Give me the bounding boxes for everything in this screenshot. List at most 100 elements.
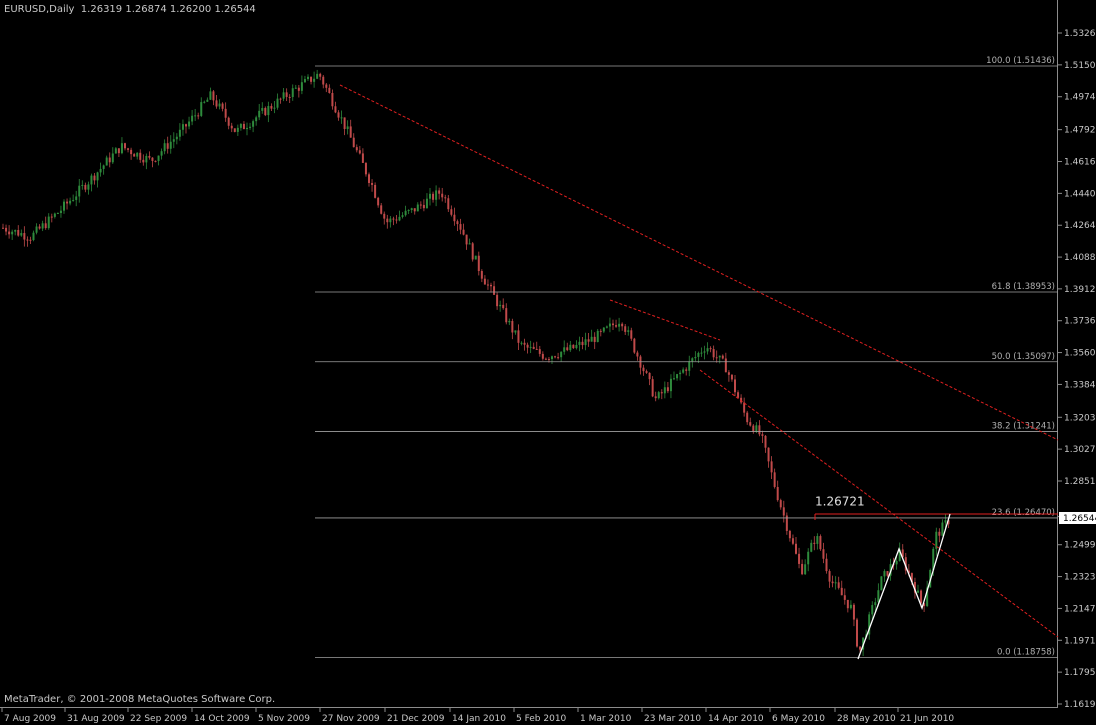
candle-bear (502, 304, 505, 309)
candle-bear (371, 182, 374, 185)
chart-window[interactable]: EURUSD,Daily 1.26319 1.26874 1.26200 1.2… (0, 0, 1096, 725)
candle-bear (538, 349, 541, 354)
candle-bull (804, 564, 807, 575)
candle-bull (59, 210, 62, 214)
candle-bull (273, 107, 276, 109)
candle-bear (438, 190, 441, 194)
candle-bull (883, 571, 886, 577)
trendline-upper[interactable] (339, 84, 1059, 441)
candle-bull (69, 200, 72, 204)
date-axis: 7 Aug 2009 31 Aug 2009 22 Sep 2009 14 Oct 2… (1, 708, 954, 724)
candle-bear (450, 209, 453, 215)
candle-bull (673, 378, 675, 380)
candle-bear (328, 87, 331, 93)
candle-bull (682, 369, 685, 373)
candle-bear (352, 137, 355, 148)
candle-bear (801, 563, 804, 575)
candle-bull (401, 215, 404, 217)
candle-bear (779, 500, 782, 508)
candle-bull (529, 346, 532, 348)
candle-bull (718, 355, 721, 358)
candle-bull (605, 326, 608, 328)
candle-bear (648, 372, 651, 380)
candle-bear (642, 367, 645, 372)
candle-bear (395, 219, 398, 221)
candle-bear (856, 619, 858, 647)
candle-bear (825, 558, 828, 572)
candle-bear (791, 538, 794, 544)
candle-bear (358, 150, 361, 154)
candle-bull (11, 231, 14, 235)
candle-bear (444, 197, 447, 199)
candle-bull (175, 136, 178, 140)
candle-bear (383, 213, 386, 219)
candle-bull (157, 155, 160, 161)
candle-bull (163, 143, 166, 152)
candle-bear (483, 278, 486, 285)
candle-bear (819, 536, 822, 550)
candle-bear (843, 595, 846, 600)
candle-bear (666, 387, 669, 392)
current-price-label: 1.26544 (1063, 514, 1096, 524)
candle-bear (2, 227, 4, 229)
candle-bull (425, 198, 428, 209)
candle-bull (691, 358, 694, 362)
candle-bear (782, 507, 785, 516)
candle-bear (117, 148, 120, 154)
candle-bull (261, 107, 264, 111)
candle-bull (569, 344, 572, 351)
price-annotation: 1.26721 (815, 494, 865, 508)
candle-bull (75, 196, 78, 200)
fibonacci-layer: 100.0 (1.51436) 61.8 (1.38953) 50.0 (1.350… (315, 56, 1058, 658)
candle-bull (688, 361, 691, 371)
candle-bull (47, 216, 50, 229)
candle-bull (172, 139, 175, 142)
candle-bull (160, 151, 163, 156)
candle-bear (44, 223, 47, 229)
candle-bull (267, 105, 270, 116)
candle-bear (224, 108, 227, 118)
date-tick-label: 5 Feb 2010 (516, 714, 567, 724)
price-tick-label: 1.32030 (1064, 413, 1096, 423)
candle-bull (429, 193, 431, 199)
fib-level-label: 0.0 (1.18758) (997, 648, 1055, 658)
candle-bull (78, 185, 81, 197)
candle-bear (139, 152, 142, 160)
candle-bear (377, 197, 380, 206)
candle-bull (276, 98, 279, 108)
candle-bull (499, 304, 502, 307)
candle-bear (419, 204, 422, 206)
candle-bear (633, 338, 636, 353)
candle-bear (938, 531, 941, 536)
candle-bear (84, 184, 87, 190)
price-tick-label: 1.47920 (1064, 126, 1096, 136)
candle-bear (730, 374, 733, 380)
candle-bear (749, 422, 752, 426)
candle-bear (361, 153, 364, 163)
candle-bear (654, 396, 657, 399)
candle-bear (795, 543, 797, 554)
candle-bull (282, 92, 285, 99)
price-axis: 1.53260 1.51500 1.49740 1.47920 1.46160 1.444… (1058, 29, 1096, 710)
candle-bull (35, 226, 38, 233)
price-chart[interactable]: 100.0 (1.51436) 61.8 (1.38953) 50.0 (1.350… (0, 0, 1096, 725)
candle-bear (50, 216, 53, 218)
candle-bull (252, 121, 255, 127)
candle-bull (81, 184, 84, 186)
candle-bull (72, 199, 75, 201)
candle-bull (608, 323, 611, 327)
candle-bear (221, 103, 224, 109)
candle-bull (679, 372, 682, 375)
candle-bear (764, 435, 767, 448)
date-tick-label: 27 Nov 2009 (322, 714, 380, 724)
price-tick-label: 1.53260 (1064, 29, 1096, 39)
candle-bear (493, 286, 496, 295)
date-tick-label: 14 Apr 2010 (708, 714, 764, 724)
candle-bull (291, 88, 294, 98)
candle-bear (486, 284, 489, 286)
candle-bear (831, 581, 834, 584)
candle-bear (511, 321, 514, 333)
trendline-mid[interactable] (609, 299, 721, 341)
candle-bull (398, 216, 401, 221)
candle-bear (279, 98, 282, 100)
